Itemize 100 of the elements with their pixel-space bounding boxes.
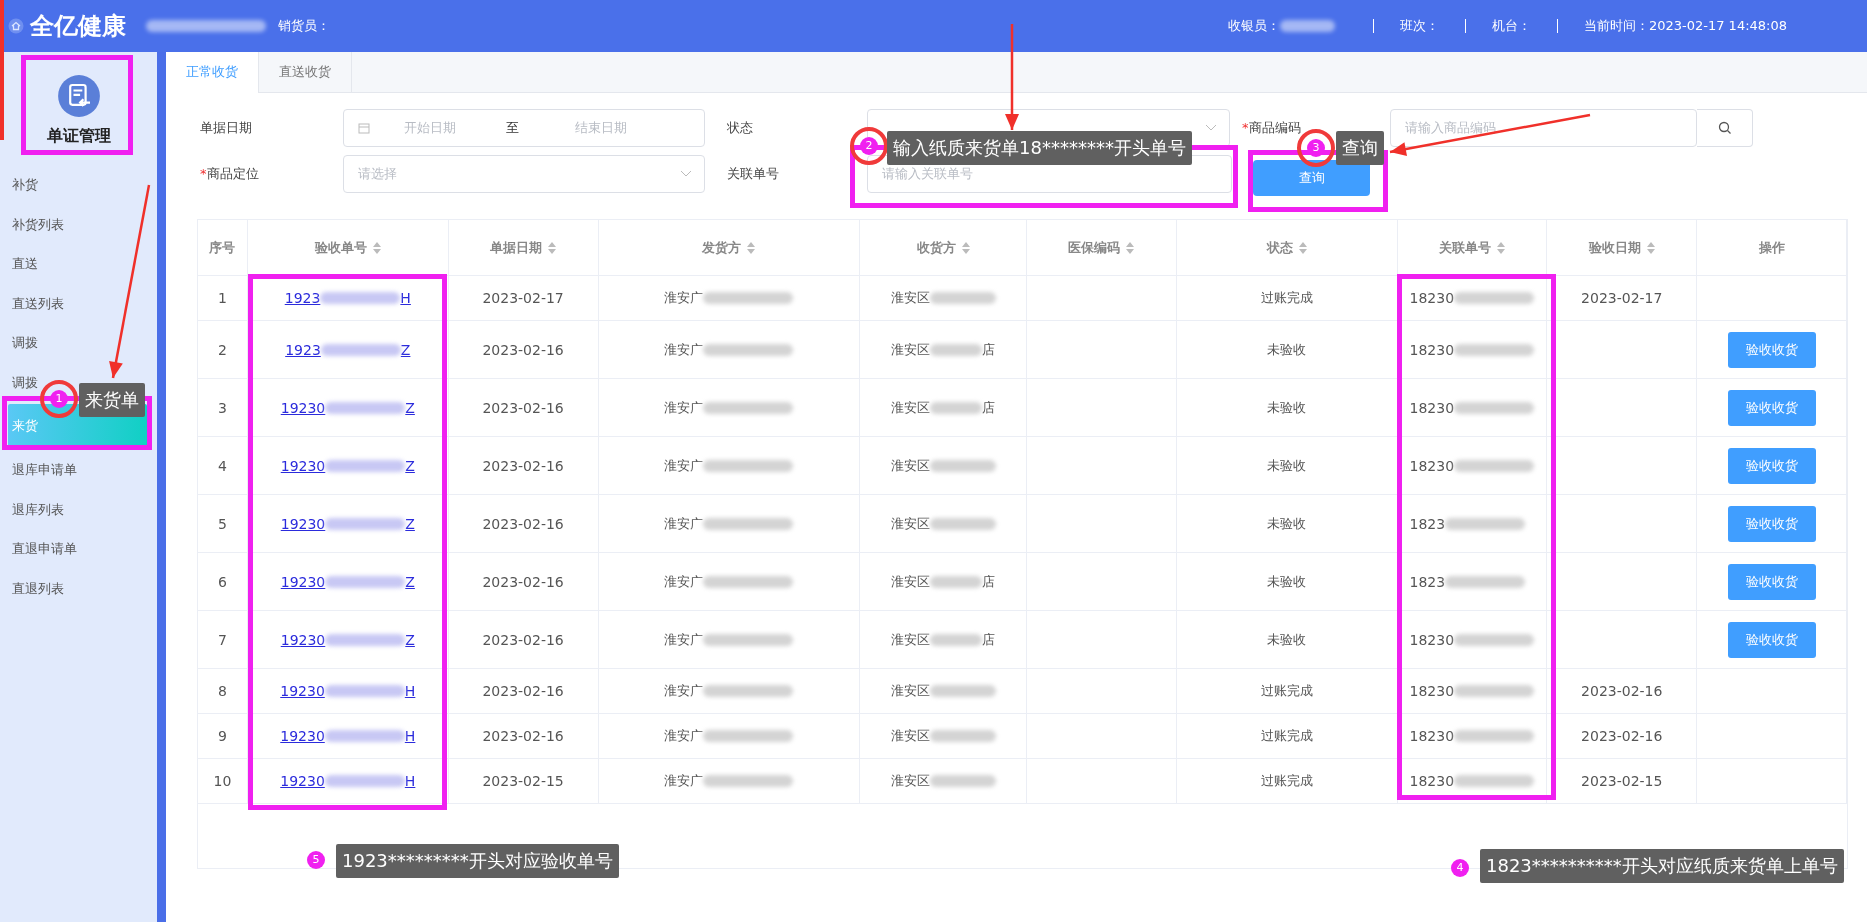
table-cell: 2023-02-16 [1581, 683, 1663, 699]
table-cell: 2023-02-15 [448, 759, 599, 803]
table-cell: 18230 [1409, 631, 1455, 648]
annotation-tooltip: 查询 [1336, 131, 1384, 165]
column-header[interactable]: 医保编码 [1027, 220, 1177, 275]
table-cell: 淮安广 [664, 727, 704, 745]
sidebar-item[interactable]: 退库申请单 [0, 450, 77, 490]
app-logo: 全亿健康 [30, 11, 126, 42]
table-cell: 8 [198, 669, 248, 713]
table-cell: 5 [198, 495, 248, 552]
date-range-field[interactable]: 开始日期 至 结束日期 [343, 109, 705, 147]
step-number: 5 [307, 851, 325, 869]
terminal-label: 机台： [1491, 17, 1531, 35]
receipt-number-link[interactable]: 19230 Z [280, 515, 415, 532]
column-header[interactable]: 验收日期 [1547, 220, 1698, 275]
shift-label: 班次： [1399, 17, 1439, 35]
table-cell: 淮安区 [890, 456, 930, 475]
blurred-text [930, 343, 983, 356]
sort-icon [747, 241, 756, 254]
current-time: 当前时间：2023-02-17 14:48:08 [1583, 17, 1787, 35]
table-cell: 2023-02-15 [1581, 773, 1663, 789]
sidebar-item[interactable]: 补货 [0, 165, 38, 205]
sidebar-item[interactable]: 调拨 [0, 362, 38, 402]
column-header: 操作 [1697, 220, 1847, 275]
column-header[interactable]: 验收单号 [247, 220, 449, 275]
sidebar-item[interactable]: 直退列表 [0, 568, 64, 608]
sidebar-item[interactable]: 补货列表 [0, 204, 64, 244]
receipt-number-link[interactable]: 19230 Z [280, 631, 415, 648]
search-icon [1717, 121, 1732, 135]
receipt-number-link[interactable]: 1923 H [284, 290, 411, 306]
receipt-number-link[interactable]: 19230 Z [280, 399, 415, 416]
receipt-number-link[interactable]: 19230 H [280, 683, 416, 699]
table-cell: 9 [198, 714, 248, 758]
receipt-number-link[interactable]: 19230 H [280, 773, 416, 789]
column-header[interactable]: 发货方 [598, 220, 861, 275]
table-cell: 4 [198, 437, 248, 494]
table-cell: 3 [198, 379, 248, 436]
table-cell: 过账完成 [1176, 276, 1398, 320]
sidebar-item[interactable]: 直送列表 [0, 283, 64, 323]
home-icon[interactable] [8, 18, 24, 34]
annotation-tooltip: 来货单 [79, 383, 145, 417]
search-button[interactable] [1697, 109, 1753, 147]
column-header[interactable]: 单据日期 [448, 220, 599, 275]
table-cell: 18230 [1409, 457, 1455, 474]
blurred-text [929, 292, 996, 304]
sidebar-item[interactable]: 调拨 [0, 323, 38, 363]
step-number: 4 [1451, 859, 1469, 877]
annotation-tooltip: 输入纸质来货单18********开头单号 [887, 131, 1192, 165]
chevron-down-icon [1205, 124, 1217, 132]
column-header[interactable]: 状态 [1176, 220, 1398, 275]
module-title: 单证管理 [46, 126, 111, 147]
table-cell: 店 [982, 340, 996, 359]
table-cell: 淮安区 [890, 772, 930, 790]
column-header[interactable]: 收货方 [860, 220, 1027, 275]
chevron-down-icon [680, 170, 692, 178]
seller-label: 销货员： [278, 17, 330, 35]
table-cell: 1 [198, 276, 248, 320]
table-cell: 6 [198, 553, 248, 610]
field-label: *商品定位 [200, 165, 260, 183]
blurred-text [929, 459, 996, 472]
receipt-number-link[interactable]: 19230 Z [280, 573, 415, 590]
table-cell: 2023-02-16 [448, 495, 599, 552]
table-cell: 18230 [1409, 399, 1455, 416]
annotation-tooltip: 1923*********开头对应验收单号 [336, 844, 619, 878]
receipt-number-link[interactable]: 19230 Z [280, 457, 415, 474]
field-label: 单据日期 [200, 119, 253, 137]
table-cell: 2023-02-16 [1581, 728, 1663, 744]
table-cell: 店 [982, 398, 996, 417]
document-icon [56, 74, 101, 118]
table-cell: 2023-02-16 [448, 321, 599, 378]
blurred-text [930, 575, 983, 588]
table-cell: 未验收 [1176, 379, 1398, 436]
table-cell: 2023-02-16 [448, 611, 599, 668]
sort-icon [1496, 241, 1505, 254]
table-cell: 2 [198, 321, 248, 378]
table-cell: 未验收 [1176, 553, 1398, 610]
sort-icon [548, 241, 557, 254]
column-header[interactable]: 关联单号 [1397, 220, 1548, 275]
step-number: 3 [1307, 139, 1325, 157]
sort-icon [1126, 241, 1135, 254]
blurred-text [929, 685, 996, 697]
sort-icon [1298, 241, 1307, 254]
sidebar-item[interactable]: 直送 [0, 244, 38, 284]
column-header: 序号 [198, 220, 248, 275]
sidebar-item[interactable]: 直退申请单 [0, 529, 77, 569]
table-cell: 1823 [1409, 573, 1446, 590]
receipt-number-link[interactable]: 1923 Z [285, 341, 411, 358]
table-cell: 7 [198, 611, 248, 668]
table-cell: 淮安广 [664, 772, 704, 790]
sort-icon [1646, 241, 1655, 254]
tab[interactable]: 直送收货 [259, 52, 352, 92]
sidebar-item[interactable]: 退库列表 [0, 489, 64, 529]
table-cell: 店 [982, 572, 996, 591]
table-cell: 淮安区 [890, 289, 930, 307]
table-cell: 2023-02-17 [1581, 290, 1663, 306]
table-cell: 淮安广 [664, 340, 704, 359]
step-number: 2 [860, 137, 878, 155]
receipt-number-link[interactable]: 19230 H [280, 728, 416, 744]
table-cell: 18230 [1409, 290, 1455, 306]
table-cell: 淮安广 [664, 289, 704, 307]
